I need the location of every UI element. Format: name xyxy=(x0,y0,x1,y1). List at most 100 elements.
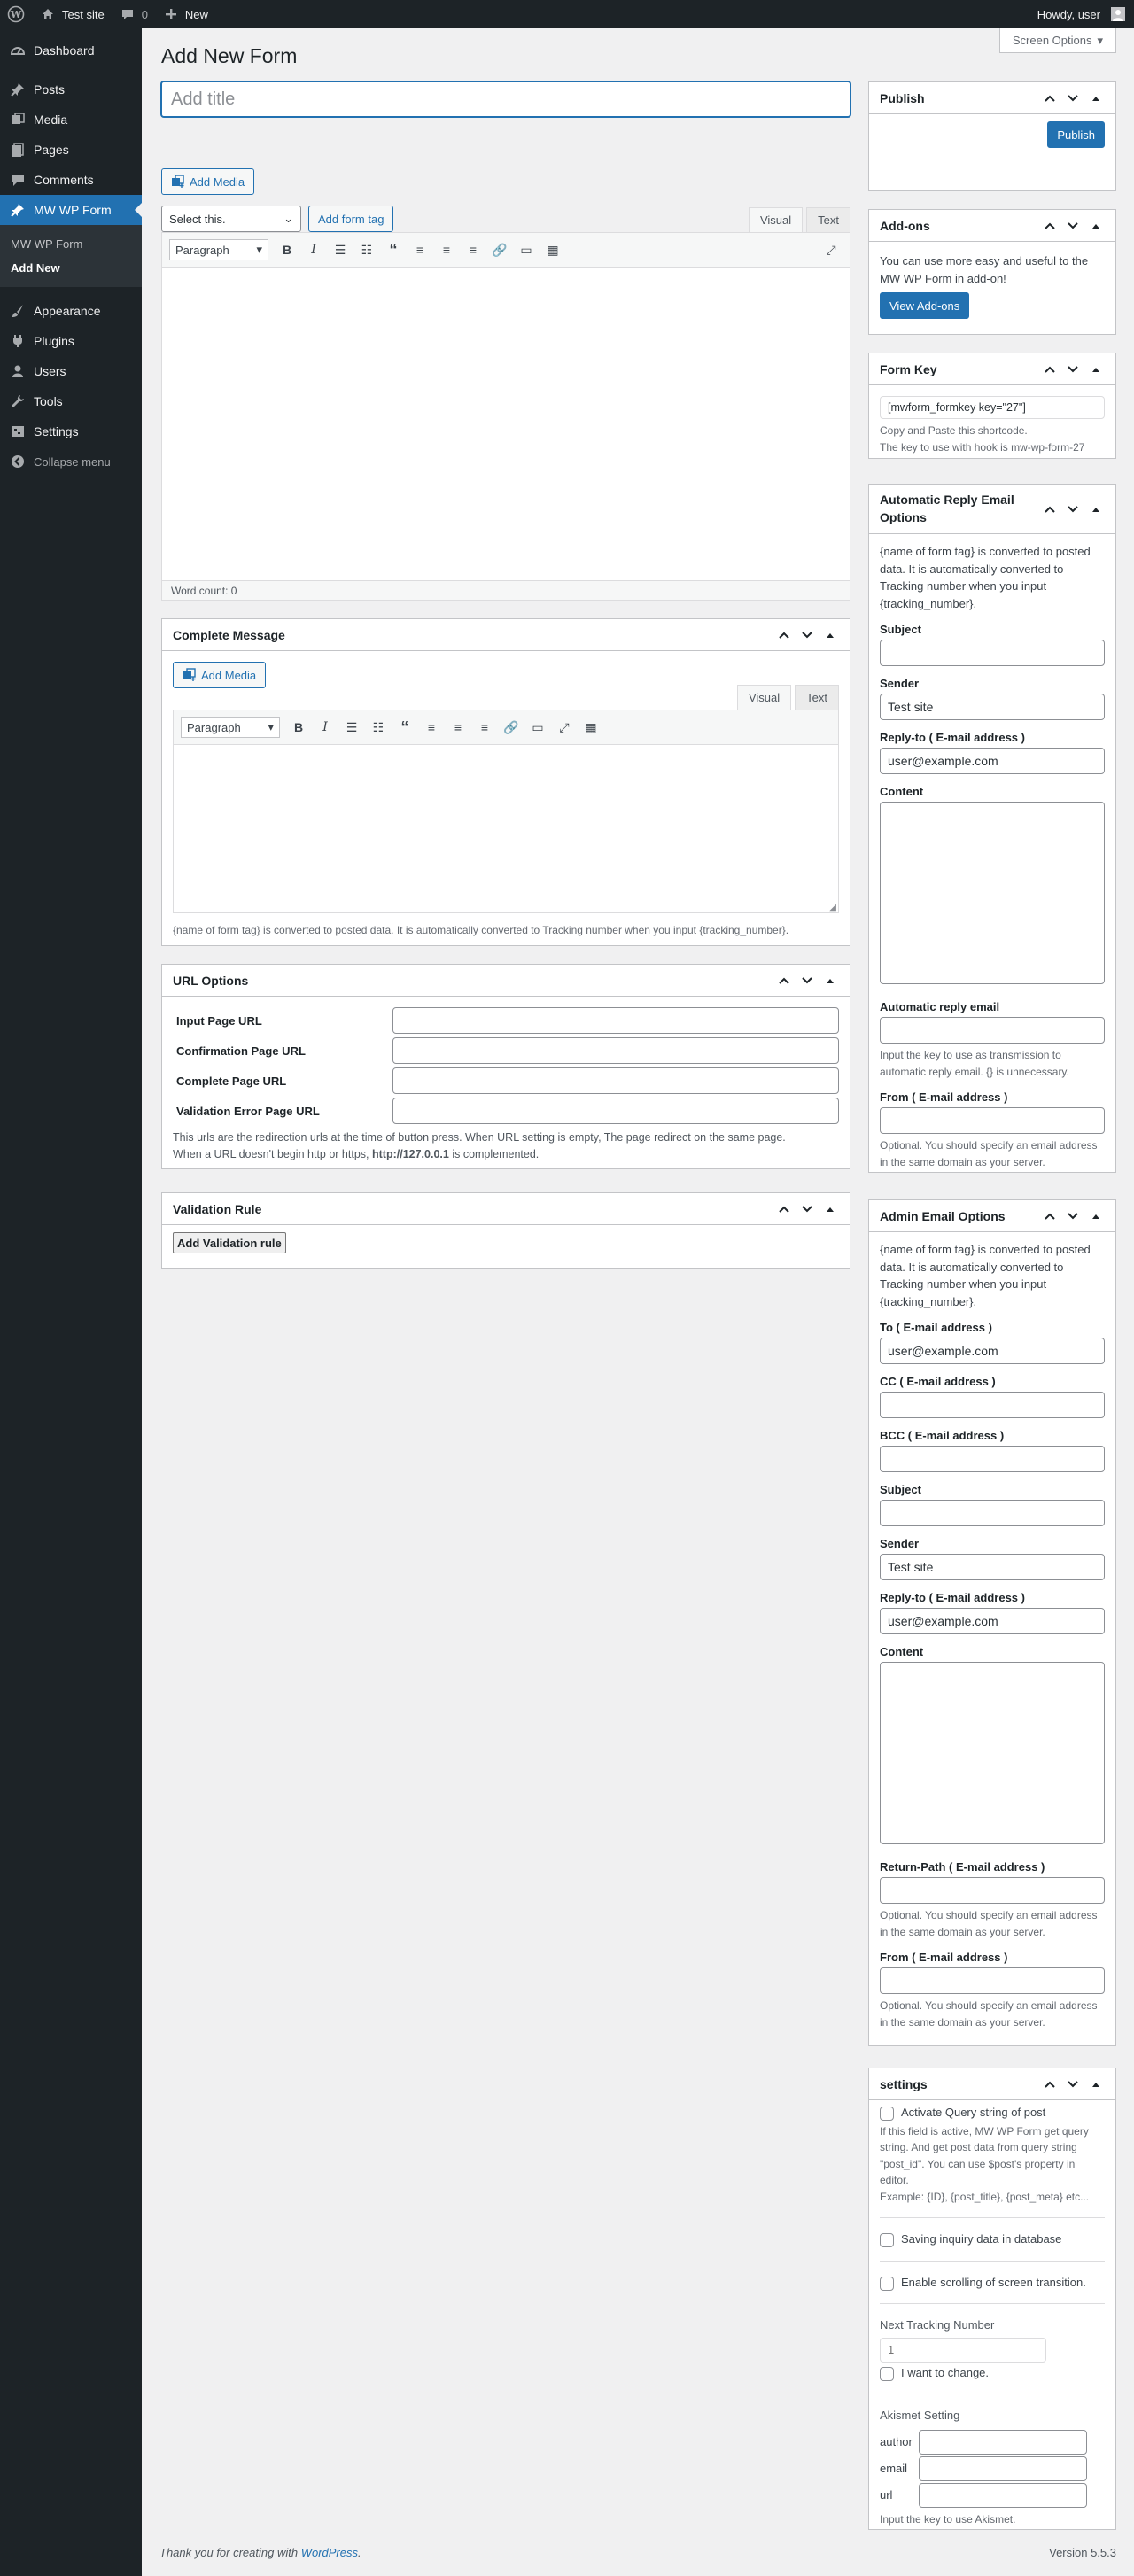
align-right-icon[interactable]: ≡ xyxy=(462,238,485,261)
bullet-list-icon[interactable]: ☰ xyxy=(340,716,363,739)
menu-dashboard[interactable]: Dashboard xyxy=(0,35,142,66)
validation-error-page-url-field[interactable] xyxy=(392,1098,839,1124)
toolbar-toggle-icon[interactable]: ▦ xyxy=(541,238,564,261)
wp-logo-button[interactable]: W xyxy=(0,0,32,28)
read-more-icon[interactable]: ▭ xyxy=(526,716,549,739)
to-field[interactable]: user@example.com xyxy=(880,1338,1105,1364)
link-icon[interactable]: 🔗 xyxy=(500,716,523,739)
italic-icon[interactable]: I xyxy=(314,716,337,739)
site-name-link[interactable]: Test site xyxy=(32,0,112,28)
menu-appearance[interactable]: Appearance xyxy=(0,296,142,326)
menu-media[interactable]: Media xyxy=(0,105,142,135)
from-field[interactable] xyxy=(880,1107,1105,1135)
numbered-list-icon[interactable]: ☷ xyxy=(367,716,390,739)
link-icon[interactable]: 🔗 xyxy=(488,238,511,261)
move-up-icon[interactable] xyxy=(775,626,793,644)
toggle-triangle-icon[interactable] xyxy=(1087,500,1105,518)
bold-icon[interactable]: B xyxy=(276,238,299,261)
read-more-icon[interactable]: ▭ xyxy=(515,238,538,261)
collapse-menu-button[interactable]: Collapse menu xyxy=(0,446,142,477)
view-addons-button[interactable]: View Add-ons xyxy=(880,292,970,319)
move-up-icon[interactable] xyxy=(1041,361,1059,378)
complete-message-header[interactable]: Complete Message xyxy=(162,619,850,651)
sender-field[interactable]: Test site xyxy=(880,1554,1105,1580)
validation-rule-header[interactable]: Validation Rule xyxy=(162,1193,850,1225)
align-right-icon[interactable]: ≡ xyxy=(473,716,496,739)
admin-email-header[interactable]: Admin Email Options xyxy=(869,1200,1115,1232)
form-key-header[interactable]: Form Key xyxy=(869,353,1115,385)
move-down-icon[interactable] xyxy=(1064,1207,1082,1225)
toggle-triangle-icon[interactable] xyxy=(821,1200,839,1218)
toggle-triangle-icon[interactable] xyxy=(1087,1207,1105,1225)
scroll-checkbox[interactable] xyxy=(880,2276,894,2291)
add-media-button[interactable]: Add Media xyxy=(161,168,255,195)
paragraph-format-select[interactable]: Paragraph ▾ xyxy=(181,717,280,738)
menu-mw-wp-form[interactable]: MW WP Form xyxy=(0,195,142,225)
move-up-icon[interactable] xyxy=(1041,1207,1059,1225)
menu-users[interactable]: Users xyxy=(0,356,142,386)
add-media-button[interactable]: Add Media xyxy=(173,662,267,688)
confirmation-page-url-field[interactable] xyxy=(392,1037,839,1064)
subject-field[interactable] xyxy=(880,1500,1105,1526)
move-down-icon[interactable] xyxy=(798,1200,816,1218)
addons-header[interactable]: Add-ons xyxy=(869,210,1115,242)
change-tracking-checkbox[interactable] xyxy=(880,2366,894,2381)
toggle-triangle-icon[interactable] xyxy=(1087,217,1105,235)
menu-settings[interactable]: Settings xyxy=(0,416,142,446)
subject-field[interactable] xyxy=(880,640,1105,666)
move-up-icon[interactable] xyxy=(775,1200,793,1218)
move-down-icon[interactable] xyxy=(1064,500,1082,518)
move-up-icon[interactable] xyxy=(1041,500,1059,518)
screen-options-button[interactable]: Screen Options ▾ xyxy=(998,28,1116,53)
toggle-triangle-icon[interactable] xyxy=(1087,2076,1105,2093)
bcc-field[interactable] xyxy=(880,1446,1105,1472)
tab-text[interactable]: Text xyxy=(795,685,839,710)
fullscreen-icon[interactable]: ⤢ xyxy=(553,716,576,739)
bold-icon[interactable]: B xyxy=(287,716,310,739)
menu-tools[interactable]: Tools xyxy=(0,386,142,416)
toggle-triangle-icon[interactable] xyxy=(821,626,839,644)
reply-to-field[interactable]: user@example.com xyxy=(880,1608,1105,1634)
blockquote-icon[interactable]: “ xyxy=(393,716,416,739)
url-options-header[interactable]: URL Options xyxy=(162,965,850,997)
my-account-link[interactable]: Howdy, user xyxy=(1030,0,1134,28)
bullet-list-icon[interactable]: ☰ xyxy=(329,238,352,261)
move-down-icon[interactable] xyxy=(1064,2076,1082,2093)
wordpress-link[interactable]: WordPress xyxy=(301,2546,358,2559)
menu-plugins[interactable]: Plugins xyxy=(0,326,142,356)
query-string-checkbox[interactable] xyxy=(880,2106,894,2121)
tab-visual[interactable]: Visual xyxy=(748,207,804,232)
sender-field[interactable]: Test site xyxy=(880,694,1105,720)
menu-pages[interactable]: Pages xyxy=(0,135,142,165)
toolbar-toggle-icon[interactable]: ▦ xyxy=(579,716,602,739)
move-down-icon[interactable] xyxy=(798,626,816,644)
tracking-number-field[interactable] xyxy=(880,2337,1046,2363)
move-down-icon[interactable] xyxy=(1064,217,1082,235)
toggle-triangle-icon[interactable] xyxy=(1087,89,1105,107)
form-tag-select[interactable]: Select this. ⌄ xyxy=(161,206,301,232)
content-textarea[interactable] xyxy=(880,1662,1105,1844)
add-form-tag-button[interactable]: Add form tag xyxy=(308,206,394,232)
input-page-url-field[interactable] xyxy=(392,1007,839,1034)
paragraph-format-select[interactable]: Paragraph ▾ xyxy=(169,239,268,260)
align-left-icon[interactable]: ≡ xyxy=(420,716,443,739)
toggle-triangle-icon[interactable] xyxy=(1087,361,1105,378)
publish-header[interactable]: Publish xyxy=(869,82,1115,114)
cc-field[interactable] xyxy=(880,1392,1105,1418)
move-down-icon[interactable] xyxy=(798,972,816,989)
menu-comments[interactable]: Comments xyxy=(0,165,142,195)
move-down-icon[interactable] xyxy=(1064,89,1082,107)
complete-message-editor[interactable]: ◢ xyxy=(173,745,839,913)
submenu-add-new[interactable]: Add New xyxy=(0,256,142,280)
move-up-icon[interactable] xyxy=(1041,217,1059,235)
move-down-icon[interactable] xyxy=(1064,361,1082,378)
reply-to-field[interactable]: user@example.com xyxy=(880,748,1105,774)
align-left-icon[interactable]: ≡ xyxy=(408,238,431,261)
from-field[interactable] xyxy=(880,1967,1105,1995)
move-up-icon[interactable] xyxy=(775,972,793,989)
align-center-icon[interactable]: ≡ xyxy=(447,716,470,739)
content-editor[interactable] xyxy=(161,268,850,581)
align-center-icon[interactable]: ≡ xyxy=(435,238,458,261)
publish-button[interactable]: Publish xyxy=(1047,121,1105,148)
auto-reply-email-field[interactable] xyxy=(880,1017,1105,1044)
